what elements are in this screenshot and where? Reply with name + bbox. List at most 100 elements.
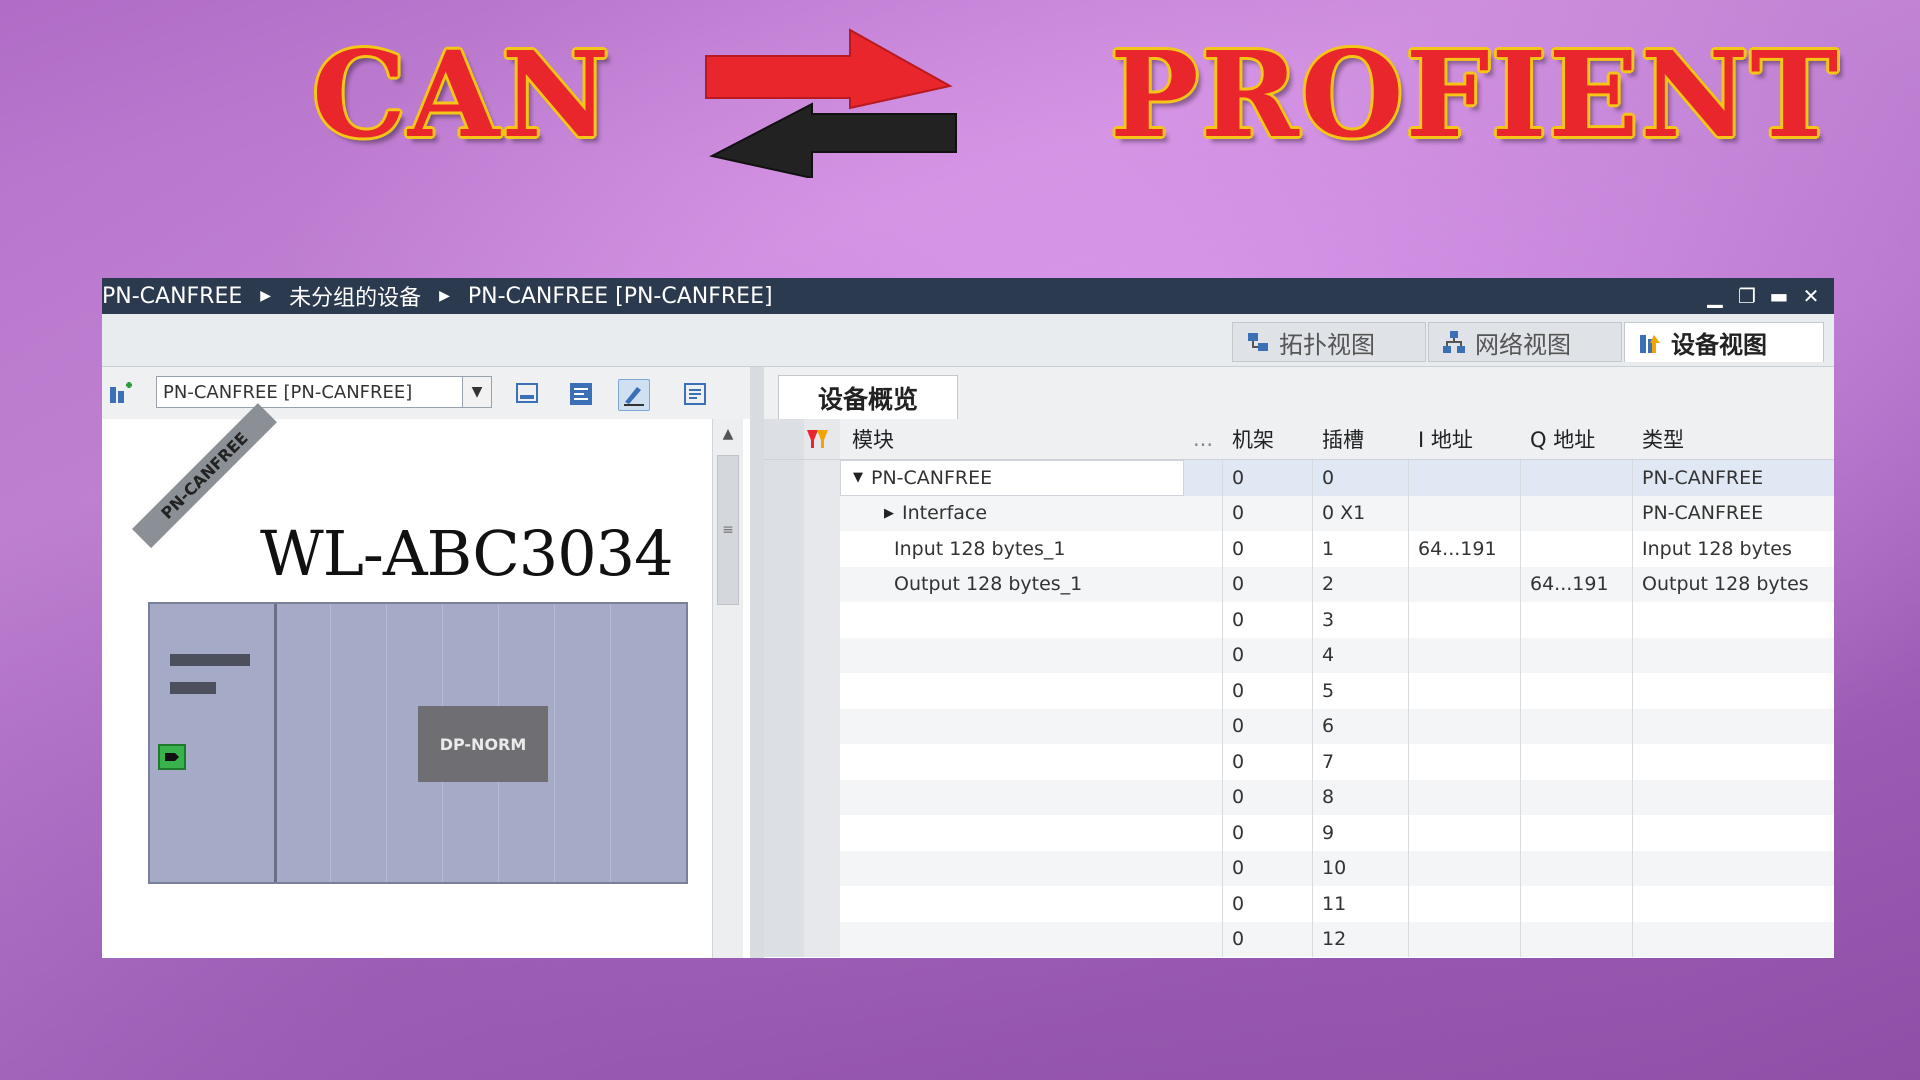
cell-q-address[interactable] xyxy=(1520,922,1632,958)
cell-q-address[interactable] xyxy=(1520,886,1632,922)
cell-slot[interactable]: 8 xyxy=(1312,780,1408,816)
cell-module[interactable]: ▶ Interface xyxy=(840,496,1184,532)
cell-i-address[interactable] xyxy=(1408,567,1520,603)
cell-module[interactable] xyxy=(840,709,1184,745)
cell-i-address[interactable] xyxy=(1408,744,1520,780)
table-row[interactable]: 0 10 xyxy=(764,850,1834,887)
cell-q-address[interactable] xyxy=(1520,780,1632,816)
cell-i-address[interactable] xyxy=(1408,815,1520,851)
cell-i-address[interactable] xyxy=(1408,851,1520,887)
cell-i-address[interactable] xyxy=(1408,460,1520,496)
cell-type[interactable] xyxy=(1632,922,1834,958)
table-row[interactable]: 03 xyxy=(764,602,1834,638)
properties-icon[interactable] xyxy=(566,379,596,409)
table-row[interactable]: 08 xyxy=(764,779,1834,816)
cell-rack[interactable]: 0 xyxy=(1222,709,1312,745)
cell-q-address[interactable] xyxy=(1520,638,1632,674)
breadcrumb-project[interactable]: PN-CANFREE xyxy=(102,284,242,309)
breadcrumb-group[interactable]: 未分组的设备 xyxy=(289,280,421,312)
cell-i-address[interactable] xyxy=(1408,780,1520,816)
cell-slot[interactable]: 0 xyxy=(1312,460,1408,496)
table-row[interactable]: 0 12 xyxy=(764,921,1834,958)
cell-module[interactable] xyxy=(840,886,1184,922)
cell-module[interactable] xyxy=(840,815,1184,851)
minimize-icon[interactable]: ▁ xyxy=(1704,284,1726,308)
cell-type[interactable] xyxy=(1632,602,1834,638)
cell-type[interactable] xyxy=(1632,673,1834,709)
cell-q-address[interactable] xyxy=(1520,602,1632,638)
cell-slot[interactable]: 11 xyxy=(1312,886,1408,922)
breadcrumb-device[interactable]: PN-CANFREE [PN-CANFREE] xyxy=(468,284,773,309)
table-row[interactable]: 04 xyxy=(764,637,1834,674)
cell-rack[interactable]: 0 xyxy=(1222,851,1312,887)
column-header-rack[interactable]: 机架 xyxy=(1222,419,1312,459)
cell-rack[interactable]: 0 xyxy=(1222,602,1312,638)
column-header-q-address[interactable]: Q 地址 xyxy=(1520,419,1632,459)
column-header-module[interactable]: 模块 xyxy=(840,419,1184,459)
chevron-down-icon[interactable]: ▼ xyxy=(462,377,491,407)
column-header-slot[interactable]: 插槽 xyxy=(1312,419,1408,459)
scroll-up-icon[interactable]: ▲ xyxy=(717,423,739,445)
cell-slot[interactable]: 12 xyxy=(1312,922,1408,958)
table-row[interactable]: Output 128 bytes_1 0 2 64...191 Output 128 b… xyxy=(764,566,1834,603)
cell-type[interactable]: Output 128 bytes xyxy=(1632,567,1834,603)
cell-q-address[interactable] xyxy=(1520,496,1632,532)
table-row[interactable]: 06 xyxy=(764,708,1834,745)
cell-module[interactable] xyxy=(840,638,1184,674)
cell-i-address[interactable]: 64...191 xyxy=(1408,531,1520,567)
cell-rack[interactable]: 0 xyxy=(1222,780,1312,816)
cell-slot[interactable]: 9 xyxy=(1312,815,1408,851)
cell-q-address[interactable] xyxy=(1520,815,1632,851)
device-module[interactable]: DP-NORM xyxy=(148,602,688,884)
cell-slot[interactable]: 7 xyxy=(1312,744,1408,780)
device-canvas[interactable]: PN-CANFREE WL-ABC3034 DP-NORM xyxy=(102,403,712,958)
dp-norm-module[interactable]: DP-NORM xyxy=(418,706,548,782)
cell-module[interactable] xyxy=(840,602,1184,638)
cell-type[interactable] xyxy=(1632,744,1834,780)
list-view-icon[interactable] xyxy=(680,379,710,409)
cell-rack[interactable]: 0 xyxy=(1222,815,1312,851)
close-icon[interactable]: ✕ xyxy=(1800,284,1822,308)
vertical-scrollbar[interactable]: ▲ ≡ xyxy=(712,419,743,958)
edit-icon[interactable] xyxy=(618,379,650,411)
cell-rack[interactable]: 0 xyxy=(1222,922,1312,958)
table-row[interactable]: ▼ PN-CANFREE 0 0 PN-CANFREE xyxy=(764,460,1834,496)
cell-type[interactable]: PN-CANFREE xyxy=(1632,496,1834,532)
head-module[interactable] xyxy=(150,604,277,882)
cell-type[interactable] xyxy=(1632,851,1834,887)
cell-rack[interactable]: 0 xyxy=(1222,744,1312,780)
device-tree-icon[interactable] xyxy=(106,379,136,409)
tab-network-view[interactable]: 网络视图 xyxy=(1428,322,1622,362)
column-header-i-address[interactable]: I 地址 xyxy=(1408,419,1520,459)
cell-slot[interactable]: 10 xyxy=(1312,851,1408,887)
cell-module[interactable] xyxy=(840,744,1184,780)
device-select[interactable]: PN-CANFREE [PN-CANFREE] ▼ xyxy=(156,376,492,408)
cell-rack[interactable]: 0 xyxy=(1222,886,1312,922)
cell-q-address[interactable] xyxy=(1520,851,1632,887)
table-row[interactable]: ▶ Interface 0 0 X1 PN-CANFREE xyxy=(764,495,1834,532)
panel-splitter[interactable] xyxy=(750,367,764,958)
cell-type[interactable]: PN-CANFREE xyxy=(1632,460,1834,496)
cell-type[interactable] xyxy=(1632,638,1834,674)
cell-slot[interactable]: 3 xyxy=(1312,602,1408,638)
cell-type[interactable] xyxy=(1632,886,1834,922)
tab-device-view[interactable]: 设备视图 xyxy=(1624,322,1824,362)
cell-q-address[interactable] xyxy=(1520,673,1632,709)
cell-q-address[interactable]: 64...191 xyxy=(1520,567,1632,603)
cell-module[interactable] xyxy=(840,922,1184,958)
cell-slot[interactable]: 0 X1 xyxy=(1312,496,1408,532)
cell-q-address[interactable] xyxy=(1520,744,1632,780)
restore-icon[interactable]: ❐ xyxy=(1736,284,1758,308)
column-header-more[interactable]: ... xyxy=(1184,419,1222,459)
tab-device-overview[interactable]: 设备概览 xyxy=(778,375,958,420)
table-row[interactable]: Input 128 bytes_1 0 1 64...191 Input 128 byt… xyxy=(764,531,1834,567)
table-row[interactable]: 09 xyxy=(764,815,1834,851)
table-row[interactable]: 0 11 xyxy=(764,886,1834,922)
cell-type[interactable]: Input 128 bytes xyxy=(1632,531,1834,567)
cell-rack[interactable]: 0 xyxy=(1222,673,1312,709)
cell-slot[interactable]: 4 xyxy=(1312,638,1408,674)
cell-i-address[interactable] xyxy=(1408,709,1520,745)
cell-module[interactable]: Output 128 bytes_1 xyxy=(840,567,1184,603)
expand-icon[interactable]: ▶ xyxy=(884,506,902,521)
cell-type[interactable] xyxy=(1632,780,1834,816)
